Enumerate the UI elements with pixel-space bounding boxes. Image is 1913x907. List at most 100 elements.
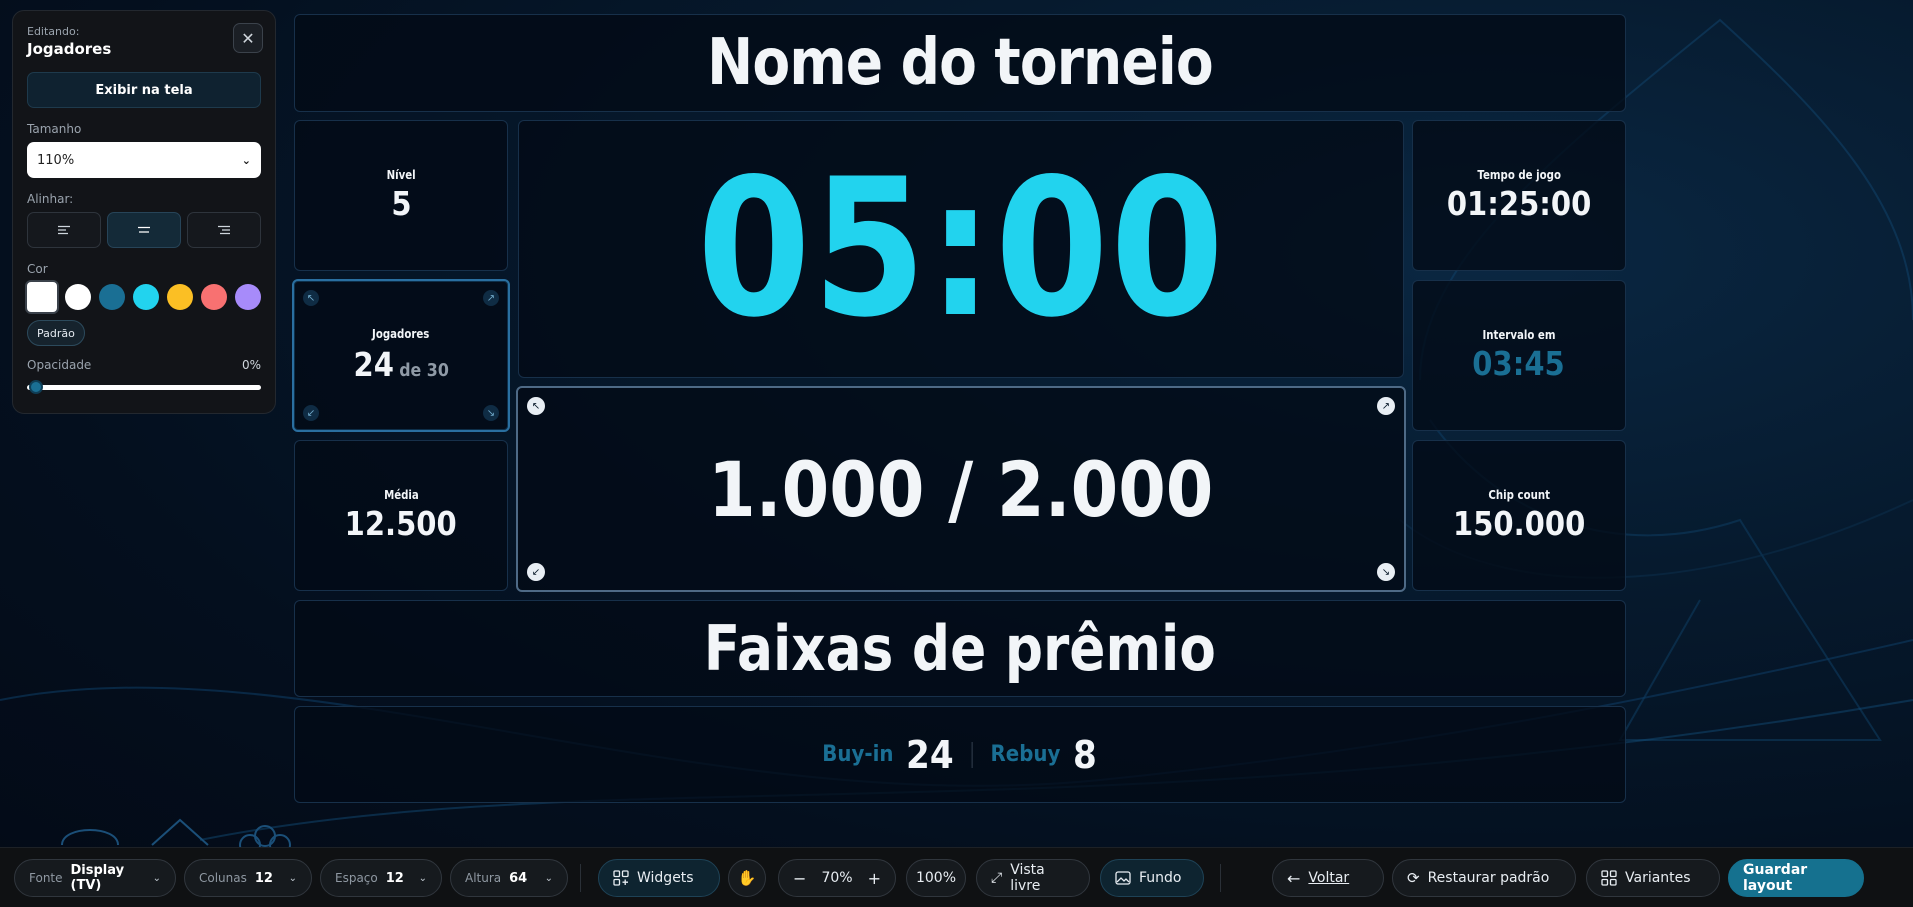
size-select[interactable]: 110% ⌄ (27, 142, 261, 178)
variants-button[interactable]: Variantes (1586, 859, 1720, 897)
resize-handle-top-left[interactable]: ↖ (527, 397, 545, 415)
players-count: 24 (353, 345, 394, 384)
opacity-slider[interactable] (27, 378, 261, 396)
zoom-reset-button[interactable]: 100% (906, 859, 966, 897)
opacity-row: Opacidade 0% (27, 358, 261, 372)
toolbar-divider (580, 864, 581, 892)
timer-widget[interactable]: 05:00 (518, 120, 1404, 378)
average-label: Média (383, 488, 419, 503)
align-left-icon (58, 225, 70, 235)
expand-icon: ⤢ (991, 870, 1003, 886)
average-widget[interactable]: Média 12.500 (294, 440, 508, 591)
toolbar-divider (1220, 864, 1221, 892)
font-label: Fonte (29, 871, 63, 885)
color-swatch-amber[interactable] (167, 284, 193, 310)
columns-label: Colunas (199, 871, 247, 885)
color-swatch-red[interactable] (201, 284, 227, 310)
background-button[interactable]: Fundo (1100, 859, 1204, 897)
align-right-button[interactable] (187, 212, 261, 248)
level-value: 5 (390, 184, 412, 224)
level-timer: 05:00 (696, 138, 1226, 359)
close-icon[interactable]: ✕ (233, 23, 263, 53)
rebuy-value: 8 (1073, 732, 1098, 777)
resize-handle-top-right[interactable]: ↗ (1377, 397, 1395, 415)
height-select[interactable]: Altura 64 ⌄ (450, 859, 568, 897)
chip-count-widget[interactable]: Chip count 150.000 (1412, 440, 1626, 591)
refresh-icon: ⟳ (1407, 869, 1420, 887)
players-label: Jogadores (372, 327, 430, 341)
back-label: Voltar (1308, 870, 1350, 886)
align-label: Alinhar: (27, 192, 74, 206)
level-widget[interactable]: Nível 5 (294, 120, 508, 271)
size-select-value: 110% (37, 152, 75, 168)
buyin-label: Buy-in (822, 742, 894, 767)
variants-icon (1601, 870, 1617, 886)
editor-panel: Editando: Jogadores ✕ Exibir na tela Tam… (12, 10, 276, 414)
zoom-in-button[interactable]: + (868, 869, 881, 888)
color-swatch-white-selected[interactable] (27, 282, 57, 312)
align-right-icon (218, 225, 230, 235)
break-widget[interactable]: Intervalo em 03:45 (1412, 280, 1626, 431)
color-swatch-teal[interactable] (99, 284, 125, 310)
widgets-label: Widgets (637, 870, 694, 886)
resize-handle-bottom-right[interactable]: ↘ (483, 405, 499, 421)
image-icon (1115, 871, 1131, 885)
play-time-label: Tempo de jogo (1477, 168, 1561, 183)
widgets-button[interactable]: Widgets (598, 859, 720, 897)
zoom-out-button[interactable]: − (793, 869, 806, 888)
color-swatch-white[interactable] (65, 284, 91, 310)
align-left-button[interactable] (27, 212, 101, 248)
free-view-label: Vista livre (1010, 862, 1045, 894)
blinds-widget[interactable]: 1.000 / 2.000 ↖ ↗ ↙ ↘ (516, 386, 1406, 592)
buyin-rebuy-row: Buy-in 24 Rebuy 8 (823, 733, 1098, 777)
chevron-down-icon: ⌄ (544, 872, 553, 884)
resize-handle-top-right[interactable]: ↗ (483, 290, 499, 306)
break-value: 03:45 (1472, 344, 1566, 384)
play-time-widget[interactable]: Tempo de jogo 01:25:00 (1412, 120, 1626, 271)
save-layout-button[interactable]: Guardar layout (1728, 859, 1864, 897)
opacity-slider-thumb[interactable] (29, 380, 43, 394)
font-select[interactable]: Fonte Display (TV) ⌄ (14, 859, 176, 897)
prize-title: Faixas de prêmio (703, 612, 1217, 685)
tournament-title-widget[interactable]: Nome do torneio (294, 14, 1626, 112)
restore-label: Restaurar padrão (1427, 870, 1550, 886)
spacing-label: Espaço (335, 871, 378, 885)
color-swatch-cyan[interactable] (133, 284, 159, 310)
align-center-button[interactable] (107, 212, 181, 248)
restore-default-button[interactable]: ⟳ Restaurar padrão (1392, 859, 1576, 897)
players-value: 24 de 30 (353, 345, 448, 384)
play-time-value: 01:25:00 (1446, 184, 1592, 224)
spacing-select[interactable]: Espaço 12 ⌄ (320, 859, 442, 897)
opacity-value: 0% (241, 358, 261, 372)
background-label: Fundo (1139, 870, 1182, 886)
save-layout-label: Guardar layout (1743, 862, 1808, 894)
columns-value: 12 (254, 870, 273, 886)
buyin-rebuy-widget[interactable]: Buy-in 24 Rebuy 8 (294, 706, 1626, 803)
zoom-reset-label: 100% (915, 870, 957, 886)
buyin-value: 24 (906, 732, 955, 777)
editing-widget-name: Jogadores (27, 40, 112, 58)
pan-tool-button[interactable]: ✋ (728, 859, 766, 897)
editing-label: Editando: (27, 25, 80, 38)
color-swatch-purple[interactable] (235, 284, 261, 310)
resize-handle-bottom-left[interactable]: ↙ (303, 405, 319, 421)
resize-handle-bottom-left[interactable]: ↙ (527, 563, 545, 581)
blinds-value: 1.000 / 2.000 (708, 444, 1214, 534)
variants-label: Variantes (1625, 870, 1691, 886)
back-button[interactable]: ← Voltar (1272, 859, 1384, 897)
color-swatches: Padrão (27, 282, 267, 346)
columns-select[interactable]: Colunas 12 ⌄ (184, 859, 312, 897)
height-label: Altura (465, 871, 502, 885)
zoom-control: − 70% + (778, 859, 896, 897)
default-color-button[interactable]: Padrão (27, 320, 85, 346)
players-widget[interactable]: Jogadores 24 de 30 ↖ ↗ ↙ ↘ (292, 279, 510, 432)
align-options (27, 212, 261, 248)
opacity-label: Opacidade (27, 358, 92, 372)
resize-handle-bottom-right[interactable]: ↘ (1377, 563, 1395, 581)
height-value: 64 (509, 870, 528, 886)
show-on-screen-button[interactable]: Exibir na tela (27, 72, 261, 108)
prize-widget[interactable]: Faixas de prêmio (294, 600, 1626, 697)
resize-handle-top-left[interactable]: ↖ (303, 290, 319, 306)
chevron-down-icon: ⌄ (288, 872, 297, 884)
free-view-button[interactable]: ⤢ Vista livre (976, 859, 1090, 897)
